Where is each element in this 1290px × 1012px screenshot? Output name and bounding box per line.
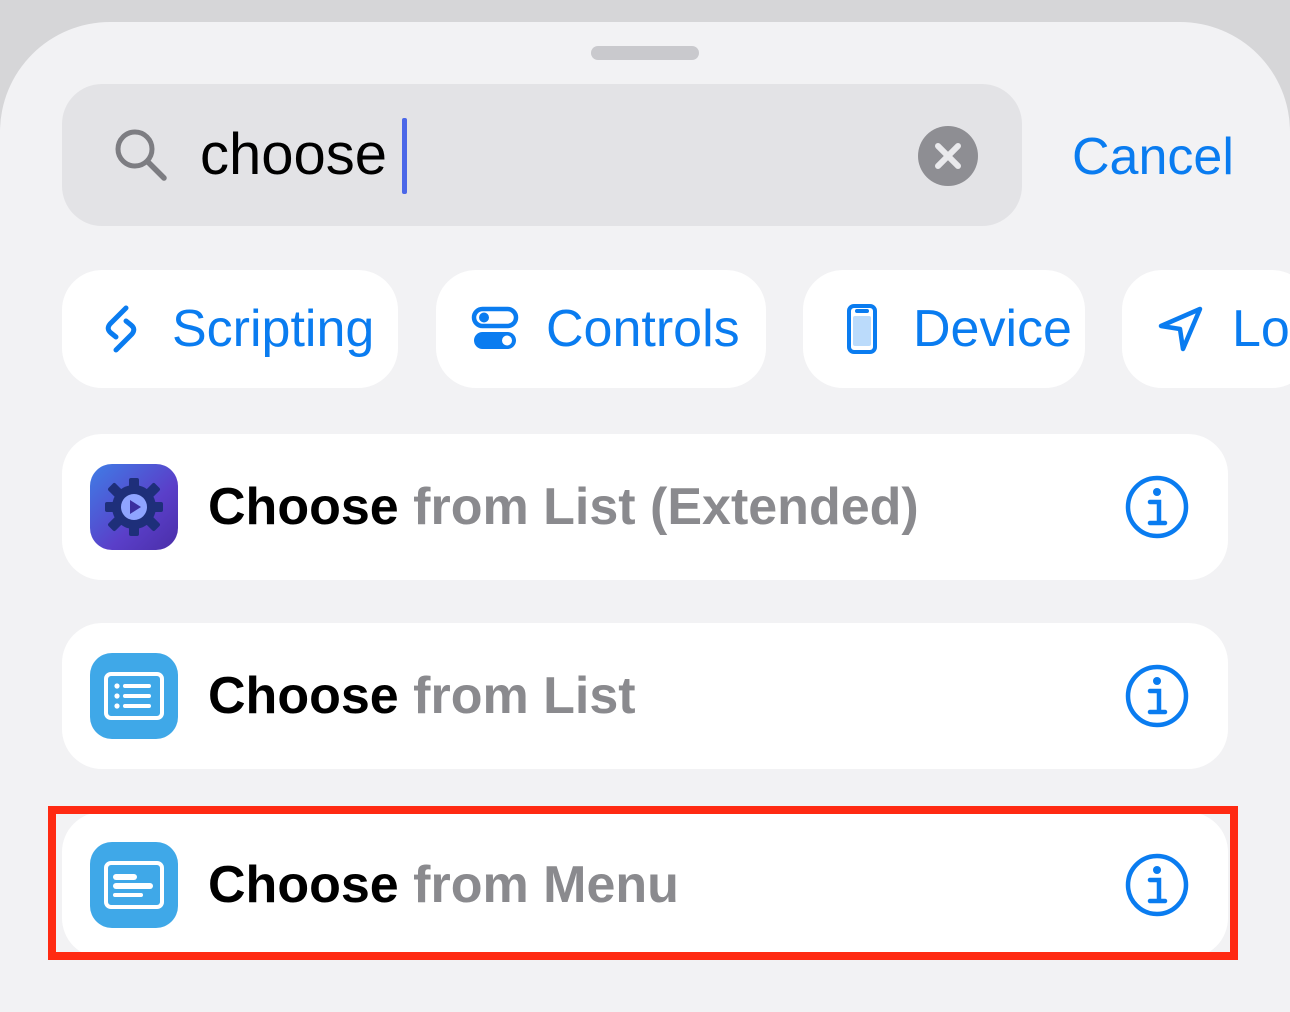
list-icon [104, 672, 164, 720]
search-field[interactable]: choose [62, 84, 1022, 226]
sheet-grabber[interactable] [591, 46, 699, 60]
result-row-choose-from-list[interactable]: Choose from List [62, 623, 1228, 769]
cancel-button[interactable]: Cancel [1072, 124, 1234, 190]
category-chip-label: Controls [546, 300, 740, 358]
info-icon[interactable] [1124, 663, 1190, 729]
text-caret [402, 118, 407, 194]
result-title: Choose from List [208, 667, 636, 725]
close-icon [935, 143, 961, 169]
search-input[interactable]: choose [200, 120, 387, 190]
category-chip-scripting[interactable]: Scripting [62, 270, 398, 388]
phone-icon [847, 304, 877, 354]
list-app-icon [90, 653, 178, 739]
category-chip-location[interactable]: Loc [1122, 270, 1290, 388]
category-chip-device[interactable]: Device [803, 270, 1085, 388]
highlight-box [48, 806, 1238, 960]
clear-search-button[interactable] [918, 126, 978, 186]
category-chip-controls[interactable]: Controls [436, 270, 766, 388]
category-chip-label: Scripting [172, 300, 375, 358]
category-chip-label: Device [913, 300, 1072, 358]
gear-icon [105, 478, 163, 536]
info-icon[interactable] [1124, 474, 1190, 540]
search-icon [115, 129, 167, 181]
location-arrow-icon [1158, 306, 1203, 352]
result-title: Choose from List (Extended) [208, 478, 919, 536]
category-chip-label: Loc [1232, 300, 1290, 358]
result-row-choose-from-list-extended[interactable]: Choose from List (Extended) [62, 434, 1228, 580]
scripting-icon [105, 305, 137, 353]
gear-app-icon [90, 464, 178, 550]
toggle-icon [471, 306, 519, 349]
